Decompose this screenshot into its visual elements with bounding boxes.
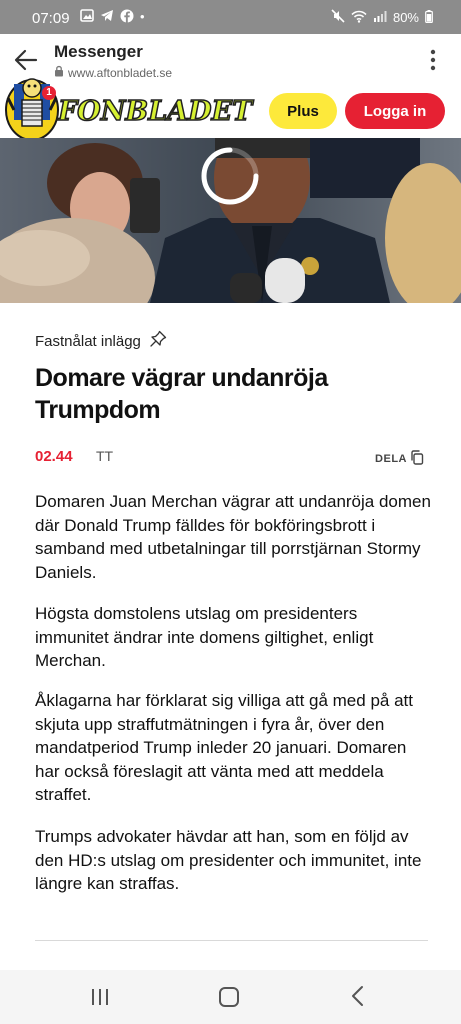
status-left-icons: • — [80, 9, 145, 26]
wifi-icon — [351, 10, 367, 26]
loading-spinner-icon — [199, 145, 261, 207]
status-time: 07:09 — [32, 10, 70, 27]
signal-icon — [373, 10, 387, 25]
share-button[interactable]: DELA — [375, 450, 424, 468]
aftonbladet-logo-mascot[interactable]: 1 — [0, 70, 64, 142]
notification-badge: 1 — [42, 86, 56, 100]
url-text: www.aftonbladet.se — [68, 65, 173, 80]
battery-percentage: 80% — [392, 10, 419, 25]
post-time: 02.44 — [35, 448, 73, 465]
pinned-post-label: Fastnålat inlägg — [35, 330, 167, 352]
telegram-icon — [100, 9, 114, 26]
article-paragraph: Trumps advokater hävdar att han, som en … — [35, 827, 422, 893]
post-source: TT — [96, 448, 114, 464]
page-url: www.aftonbladet.se — [54, 65, 172, 80]
home-icon[interactable] — [219, 987, 239, 1007]
app-title: Messenger — [54, 42, 143, 61]
system-nav-bar — [0, 970, 461, 1024]
status-bar: 07:09 • 80% — [0, 0, 461, 34]
article-paragraph: Högsta domstolens utslag om presidenters… — [35, 604, 374, 670]
facebook-icon — [120, 9, 134, 26]
browser-app-bar: Messenger www.aftonbladet.se — [0, 34, 461, 86]
article-paragraph: Åklagarna har förklarat sig villiga att … — [35, 691, 413, 804]
status-right-icons: 80% — [331, 9, 433, 26]
article-headline: Domare vägrar undanröja Trumpdom — [35, 364, 328, 424]
back-icon[interactable] — [350, 985, 364, 1007]
aftonbladet-logo-text[interactable]: FONBLADET — [57, 95, 253, 128]
article-paragraph: Domaren Juan Merchan vägrar att undanröj… — [35, 492, 431, 582]
copy-icon — [410, 450, 424, 468]
login-button[interactable]: Logga in — [345, 93, 445, 129]
gallery-icon — [80, 9, 94, 26]
content-divider — [35, 940, 428, 941]
battery-icon — [425, 9, 433, 26]
kebab-menu-icon[interactable] — [425, 46, 441, 74]
dot-icon: • — [140, 9, 145, 24]
mute-icon — [331, 9, 345, 26]
recent-apps-icon[interactable] — [90, 988, 110, 1006]
pin-icon — [149, 330, 167, 352]
plus-button[interactable]: Plus — [269, 93, 337, 129]
site-header: 1 FONBLADET Plus Logga in — [0, 78, 461, 141]
share-label: DELA — [375, 453, 407, 465]
pinned-text: Fastnålat inlägg — [35, 332, 141, 350]
